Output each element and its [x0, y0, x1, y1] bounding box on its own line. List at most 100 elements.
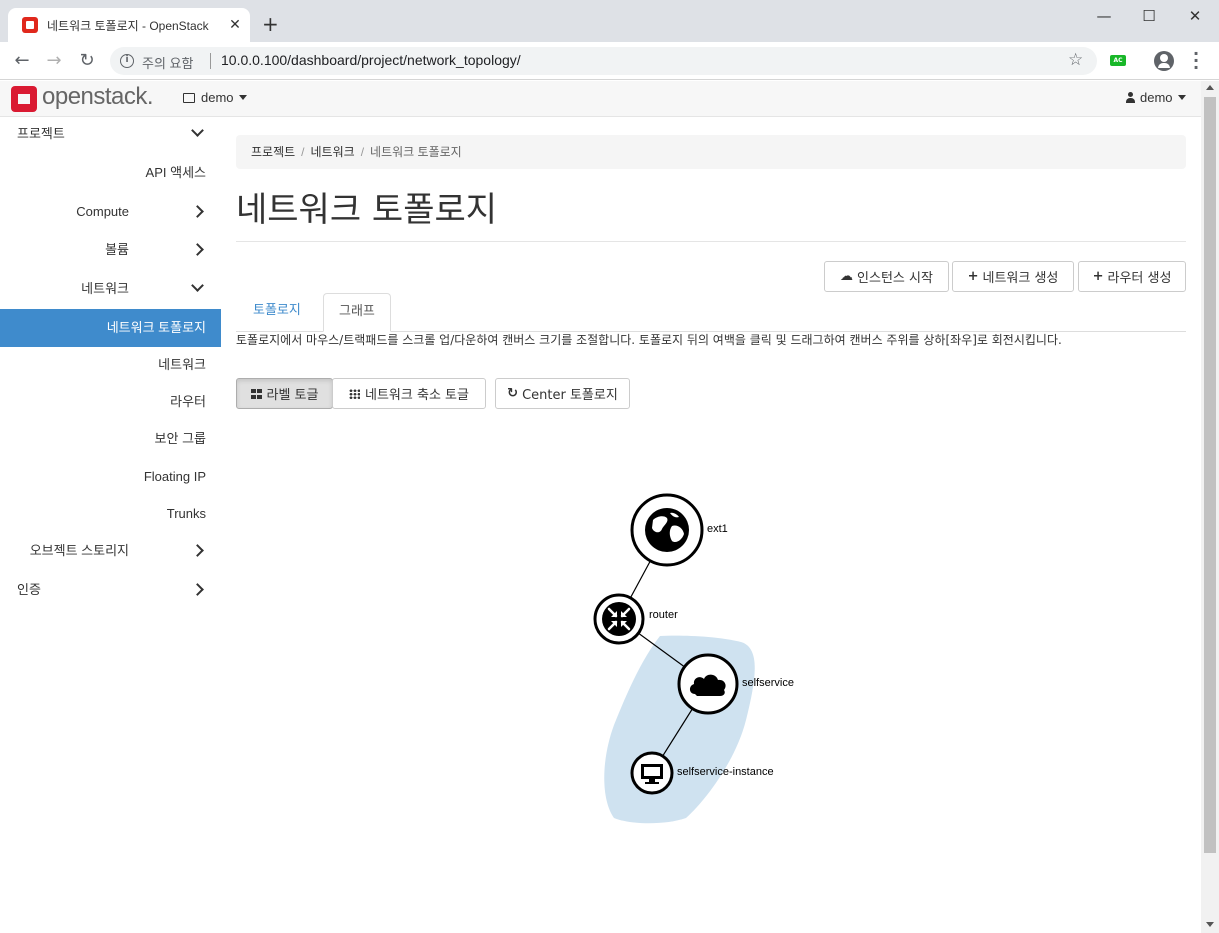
sidebar-item-identity[interactable]: 인증 — [0, 571, 221, 609]
tab-graph[interactable]: 그래프 — [323, 293, 391, 332]
sidebar-item-networks[interactable]: 네트워크 — [0, 346, 221, 384]
sidebar-item-object-storage[interactable]: 오브젝트 스토리지 — [0, 532, 221, 570]
browser-menu-icon[interactable]: · · · — [1190, 46, 1202, 76]
center-topology-button[interactable]: ↻ Center 토폴로지 — [495, 378, 630, 409]
browser-titlebar: 네트워크 토폴로지 - OpenStack ✕ + — ☐ ✕ — [0, 0, 1219, 42]
help-text: 토폴로지에서 마우스/트랙패드를 스크롤 업/다운하여 캔버스 크기를 조절합니… — [236, 333, 1062, 347]
globe-icon — [645, 508, 689, 552]
sidebar-item-floating-ip[interactable]: Floating IP — [0, 458, 221, 496]
center-topology-label: Center 토폴로지 — [522, 388, 618, 403]
th-icon — [349, 388, 361, 399]
caret-down-icon — [1177, 95, 1186, 100]
breadcrumb-separator: / — [360, 145, 365, 159]
chevron-right-icon — [191, 205, 204, 218]
sidebar: 프로젝트 API 액세스 Compute 볼륨 네트워크 네트워크 토폴로지 네… — [0, 117, 221, 933]
sidebar-item-label: 네트워크 토폴로지 — [106, 320, 206, 335]
create-router-button[interactable]: + 라우터 생성 — [1078, 261, 1186, 292]
user-icon — [1126, 92, 1135, 103]
node-label-instance: selfservice-instance — [677, 766, 774, 778]
tab-title: 네트워크 토폴로지 - OpenStack — [47, 18, 209, 33]
chevron-right-icon — [191, 583, 204, 596]
sidebar-item-network-group[interactable]: 네트워크 — [0, 270, 221, 308]
cloud-upload-icon: ☁ — [840, 269, 854, 284]
topology-canvas[interactable]: ext1 router selfservice selfservice-inst… — [236, 420, 1202, 920]
topology-svg[interactable] — [236, 420, 1202, 920]
project-name: demo — [201, 90, 234, 105]
breadcrumb-project[interactable]: 프로젝트 — [251, 145, 295, 159]
sidebar-item-label: 볼륨 — [105, 242, 129, 257]
tab-close-icon[interactable]: ✕ — [227, 17, 243, 33]
node-router[interactable] — [593, 593, 645, 645]
node-selfservice-instance[interactable] — [630, 751, 674, 795]
sidebar-item-label: Compute — [76, 204, 129, 219]
user-name: demo — [1140, 90, 1173, 105]
forward-arrow-icon[interactable]: → — [44, 51, 64, 71]
sidebar-item-label: 네트워크 — [158, 357, 206, 372]
back-arrow-icon[interactable]: ← — [12, 51, 32, 71]
chevron-down-icon — [191, 124, 204, 137]
sidebar-item-routers[interactable]: 라우터 — [0, 383, 221, 421]
sidebar-item-volumes[interactable]: 볼륨 — [0, 231, 221, 269]
tab-topology[interactable]: 토폴로지 — [238, 293, 316, 332]
chevron-right-icon — [191, 544, 204, 557]
sidebar-item-api-access[interactable]: API 액세스 — [0, 154, 221, 192]
page-scrollbar[interactable] — [1201, 81, 1219, 933]
browser-toolbar: ← → ↻ i 주의 요함 10.0.0.100/dashboard/proje… — [0, 42, 1219, 80]
create-network-label: 네트워크 생성 — [982, 271, 1059, 286]
scroll-up-arrow-icon[interactable] — [1206, 85, 1214, 90]
app-header: openstack. demo demo — [0, 81, 1219, 117]
logo-text[interactable]: openstack. — [42, 83, 154, 111]
sidebar-item-label: API 액세스 — [145, 165, 206, 180]
new-tab-button[interactable]: + — [262, 14, 279, 34]
sidebar-item-network-topology[interactable]: 네트워크 토폴로지 — [0, 309, 221, 347]
sidebar-item-project[interactable]: 프로젝트 — [0, 115, 221, 153]
create-router-label: 라우터 생성 — [1107, 271, 1172, 286]
toggle-labels-button[interactable]: 라벨 토글 — [236, 378, 333, 409]
breadcrumb-separator: / — [301, 145, 305, 159]
sidebar-item-trunks[interactable]: Trunks — [0, 495, 221, 533]
sidebar-item-label: 인증 — [17, 582, 41, 597]
account-icon[interactable] — [1154, 51, 1174, 71]
url-text[interactable]: 10.0.0.100/dashboard/project/network_top… — [221, 52, 521, 68]
launch-instance-label: 인스턴스 시작 — [857, 271, 933, 286]
openstack-logo-icon[interactable] — [11, 86, 37, 112]
sidebar-item-compute[interactable]: Compute — [0, 193, 221, 231]
toggle-labels-label: 라벨 토글 — [266, 388, 319, 403]
address-bar[interactable]: i 주의 요함 10.0.0.100/dashboard/project/net… — [110, 47, 1097, 75]
browser-tab[interactable]: 네트워크 토폴로지 - OpenStack ✕ — [8, 8, 250, 42]
caret-down-icon — [238, 95, 247, 100]
launch-instance-button[interactable]: ☁ 인스턴스 시작 — [824, 261, 949, 292]
address-separator — [210, 53, 211, 69]
sidebar-item-label: Trunks — [166, 506, 206, 521]
scroll-down-arrow-icon[interactable] — [1206, 922, 1214, 927]
router-icon — [602, 602, 636, 636]
sidebar-item-label: 오브젝트 스토리지 — [29, 543, 129, 558]
chevron-down-icon — [191, 279, 204, 292]
info-icon[interactable]: i — [120, 54, 134, 68]
project-switcher[interactable]: demo — [183, 90, 247, 105]
scrollbar-thumb[interactable] — [1204, 97, 1216, 853]
extension-icon[interactable]: AC — [1110, 55, 1126, 66]
project-icon — [183, 92, 195, 103]
maximize-button[interactable]: ☐ — [1139, 6, 1159, 26]
th-large-icon — [250, 388, 262, 399]
node-selfservice[interactable] — [677, 653, 739, 715]
close-window-button[interactable]: ✕ — [1185, 6, 1205, 26]
minimize-button[interactable]: — — [1094, 6, 1114, 26]
toggle-collapse-label: 네트워크 축소 토글 — [365, 388, 469, 403]
reload-icon[interactable]: ↻ — [77, 51, 97, 71]
node-label-ext1: ext1 — [707, 523, 728, 535]
sidebar-item-security-groups[interactable]: 보안 그룹 — [0, 420, 221, 458]
user-menu[interactable]: demo — [1126, 90, 1186, 105]
sidebar-item-label: 네트워크 — [81, 281, 129, 296]
toggle-network-collapse-button[interactable]: 네트워크 축소 토글 — [332, 378, 486, 409]
create-network-button[interactable]: + 네트워크 생성 — [952, 261, 1074, 292]
breadcrumb-network[interactable]: 네트워크 — [311, 145, 355, 159]
sidebar-item-label: 프로젝트 — [17, 126, 65, 141]
plus-icon: + — [1092, 269, 1104, 284]
node-ext1[interactable] — [630, 493, 704, 567]
chevron-right-icon — [191, 243, 204, 256]
security-label[interactable]: 주의 요함 — [142, 53, 193, 72]
sidebar-item-label: Floating IP — [143, 469, 206, 484]
bookmark-star-icon[interactable]: ☆ — [1068, 50, 1083, 70]
